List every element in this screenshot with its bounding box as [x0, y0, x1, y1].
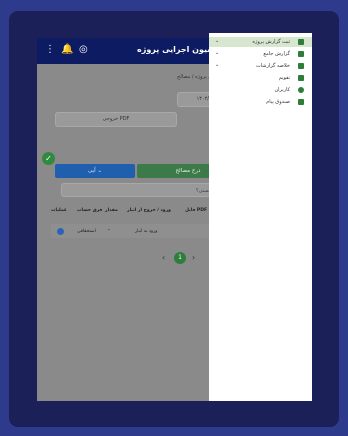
sidebar-item-label: خلاصه گزارشات	[256, 63, 290, 69]
bell-icon[interactable]: 🔔	[61, 44, 73, 56]
sidebar-item-full-report[interactable]: ⌄ گزارش جامع	[209, 49, 312, 59]
document-icon	[298, 39, 304, 45]
headset-icon[interactable]: ◎	[79, 44, 88, 56]
col-pdf: فایل PDF	[185, 208, 208, 213]
sidebar-nav: ⌄ ثبت گزارش پروژه ⌄ گزارش جامع ⌄ خلاصه گ…	[209, 33, 312, 401]
sidebar-item-messages[interactable]: صندوق پیام	[209, 97, 312, 107]
sidebar-item-project-report[interactable]: ⌄ ثبت گزارش پروژه	[209, 37, 312, 47]
gear-icon[interactable]	[57, 228, 64, 235]
sidebar-item-calendar[interactable]: تقویم	[209, 73, 312, 83]
blue-select-label: آبی	[87, 168, 96, 174]
row-account: استحقاقی	[77, 229, 96, 234]
chevron-down-icon: ⌄	[215, 38, 220, 44]
row-direction: ورود به انبار	[135, 229, 158, 234]
chevron-down-icon: ⌄	[215, 50, 220, 56]
col-actions: عملیات	[51, 208, 67, 213]
sidebar-item-label: کاربران	[274, 87, 290, 93]
message-icon	[298, 99, 304, 105]
col-quantity: مقدار	[105, 208, 118, 213]
current-page[interactable]: 1	[174, 252, 186, 264]
document-icon	[298, 63, 304, 69]
check-icon: ✓	[42, 152, 55, 165]
sidebar-item-label: گزارش جامع	[263, 51, 290, 57]
document-icon	[298, 51, 304, 57]
chevron-down-icon: ⌄	[97, 168, 102, 174]
more-vertical-icon[interactable]: ⋮	[45, 44, 55, 56]
sidebar-item-label: ثبت گزارش پروژه	[252, 39, 290, 45]
next-page-button[interactable]: ›	[192, 253, 195, 263]
prev-page-button[interactable]: ‹	[162, 253, 165, 263]
col-account: فرق حساب	[77, 208, 103, 213]
sidebar-item-users[interactable]: کاربران	[209, 85, 312, 95]
calendar-icon	[298, 75, 304, 81]
col-direction: ورود / خروج از انبار	[127, 208, 171, 213]
sidebar-item-label: صندوق پیام	[266, 99, 290, 105]
pagination: ‹ 1 ›	[152, 252, 212, 264]
blue-select-button[interactable]: آبی ⌄	[55, 164, 135, 178]
pdf-export-button[interactable]: خروجی PDF	[55, 112, 177, 127]
sidebar-item-report-summary[interactable]: ⌄ خلاصه گزارشات	[209, 61, 312, 71]
chevron-down-icon[interactable]: ⌄	[107, 227, 111, 232]
users-icon	[298, 87, 304, 93]
chevron-down-icon: ⌄	[215, 62, 220, 68]
sidebar-item-label: تقویم	[278, 75, 290, 81]
